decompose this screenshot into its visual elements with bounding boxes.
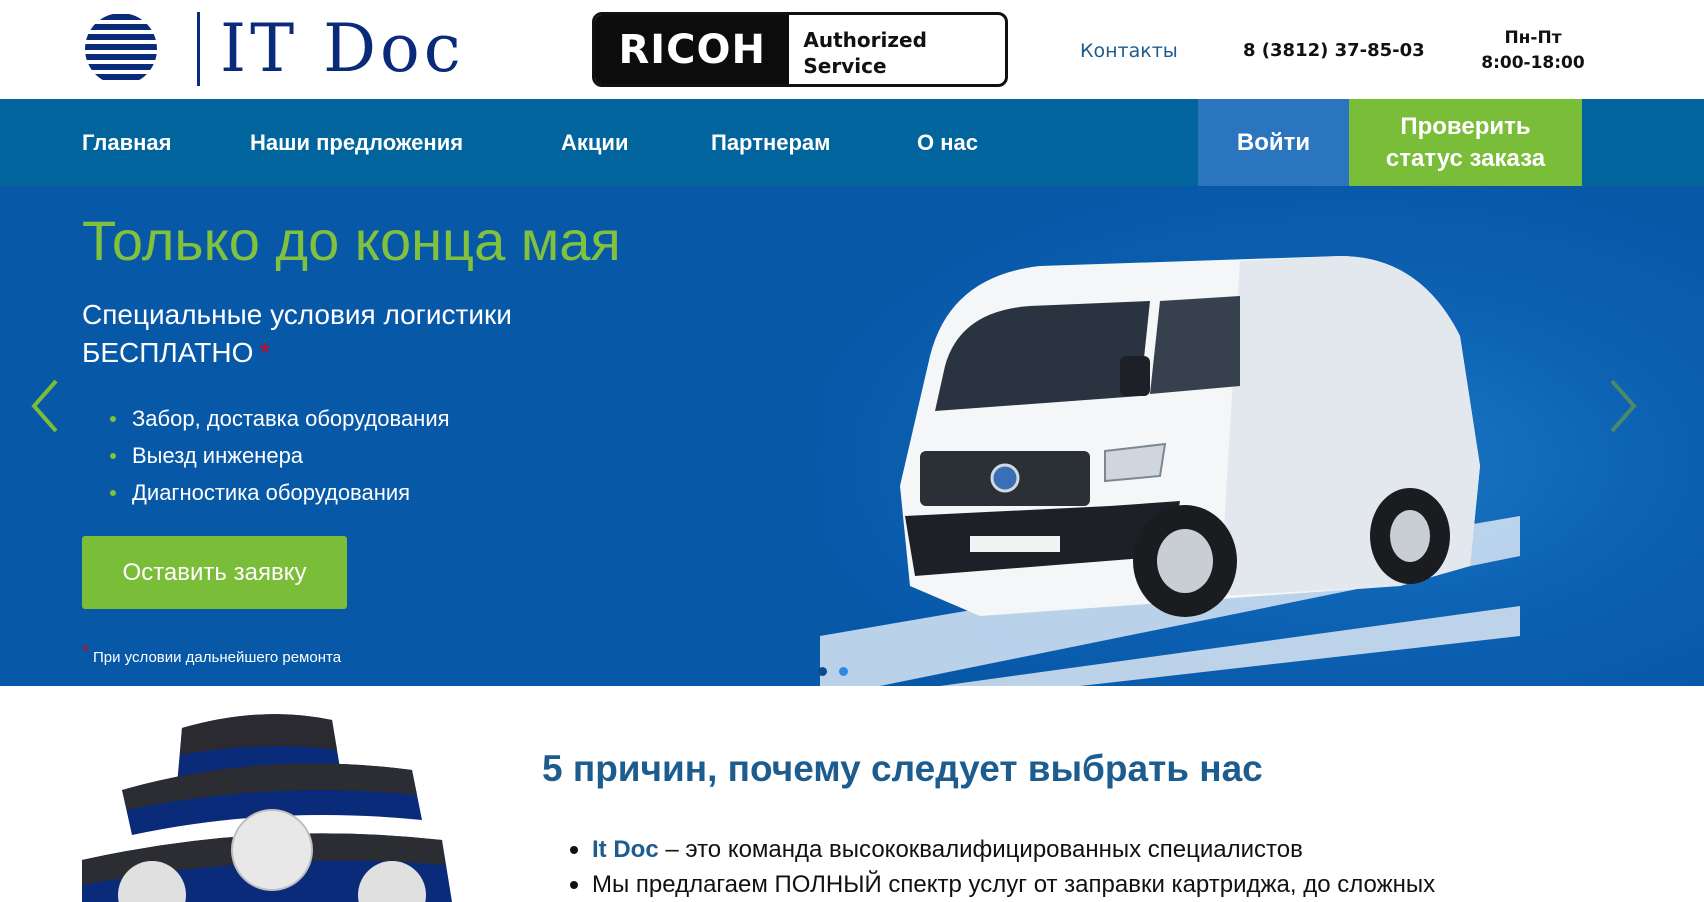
list-item: It Doc – это команда высококвалифицирова… [570,832,1435,867]
nav-item-home[interactable]: Главная [82,99,171,186]
nav-item-promotions[interactable]: Акции [561,99,628,186]
hero-slider: Только до конца мая Специальные условия … [0,186,1704,686]
slider-dots [818,667,848,676]
logo-text: IT Doc [220,10,465,87]
nav-item-offers[interactable]: Наши предложения [250,99,463,186]
chevron-right-icon[interactable] [1602,376,1642,436]
reasons-title: 5 причин, почему следует выбрать нас [542,748,1263,789]
ricoh-partner-badge: RICOH Authorized Service Partner [592,12,1008,87]
ricoh-partner-text: Authorized Service Partner [789,15,1005,84]
brand-name: It Doc [592,836,659,863]
ricoh-brand: RICOH [595,15,790,84]
phone-number[interactable]: 8 (3812) 37-85-03 [1243,40,1425,61]
contacts-link[interactable]: Контакты [1080,40,1178,62]
chevron-left-icon[interactable] [26,376,66,436]
hero-subtitle-free: БЕСПЛАТНО [82,337,254,368]
working-hours: Пн-Пт 8:00-18:00 [1478,26,1588,76]
nav-item-about[interactable]: О нас [917,99,978,186]
list-item: Диагностика оборудования [110,474,450,511]
hero-subtitle-line2: БЕСПЛАТНО * [82,334,512,372]
hero-title: Только до конца мая [82,209,621,272]
hero-subtitle-line1: Специальные условия логистики [82,299,512,330]
footnote-star: * [259,337,271,368]
hero-footnote: * При условии дальнейшего ремонта [82,642,341,666]
list-item: Выезд инженера [110,437,450,474]
slider-dot-1[interactable] [818,667,827,676]
hero-benefits-list: Забор, доставка оборудования Выезд инжен… [110,400,450,511]
footnote-text: При условии дальнейшего ремонта [93,649,342,666]
hours-days: Пн-Пт [1504,28,1562,48]
van-image [820,256,1520,686]
list-item: Забор, доставка оборудования [110,400,450,437]
site-logo[interactable]: IT Doc [82,10,532,88]
hours-time: 8:00-18:00 [1481,53,1585,73]
list-item: Мы предлагаем ПОЛНЫЙ спектр услуг от зап… [570,867,1435,902]
login-button[interactable]: Войти [1198,99,1349,186]
ricoh-partner-line1: Authorized Service [803,28,927,78]
nav-item-partners[interactable]: Партнерам [711,99,830,186]
slider-dot-2[interactable] [839,667,848,676]
site-header: IT Doc RICOH Authorized Service Partner … [0,0,1704,99]
logo-divider [197,12,200,86]
team-illustration [82,714,452,902]
reasons-list: It Doc – это команда высококвалифицирова… [570,832,1435,902]
ricoh-partner-line2: Partner [803,79,1005,84]
main-nav: Главная Наши предложения Акции Партнерам… [0,99,1704,186]
submit-request-button[interactable]: Оставить заявку [82,536,347,609]
check-order-status-button[interactable]: Проверить статус заказа [1349,99,1582,186]
striped-globe-logo-icon [85,14,157,80]
reason-text: Мы предлагаем ПОЛНЫЙ спектр услуг от зап… [592,871,1436,898]
footnote-star: * [82,642,90,662]
hero-subtitle: Специальные условия логистики БЕСПЛАТНО * [82,296,512,372]
reason-text: – это команда высококвалифицированных сп… [658,836,1303,863]
